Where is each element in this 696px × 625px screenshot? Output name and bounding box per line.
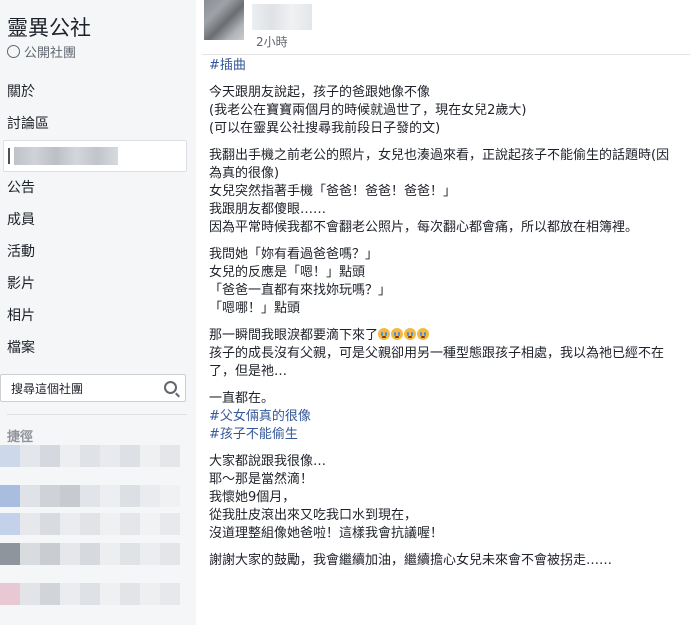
- crying-emoji: [378, 328, 430, 343]
- crying-face-icon: [404, 328, 417, 340]
- sidebar-divider: [7, 414, 187, 415]
- search-icon[interactable]: [164, 381, 177, 394]
- post-paragraph: 今天跟朋友說起，孩子的爸跟她像不像 (我老公在寶寶兩個月的時候就過世了，現在女兒…: [209, 85, 527, 136]
- sidebar-item-photos[interactable]: 相片: [7, 305, 35, 325]
- hashtag-link[interactable]: #插曲: [209, 58, 246, 73]
- crying-face-icon: [417, 328, 430, 340]
- post-body: #插曲 今天跟朋友說起，孩子的爸跟她像不像 (我老公在寶寶兩個月的時候就過世了，…: [209, 57, 679, 579]
- post-timestamp[interactable]: 2小時: [256, 33, 288, 50]
- post-paragraph: 謝謝大家的鼓勵，我會繼續加油，繼續擔心女兒未來會不會被拐走……: [209, 553, 613, 568]
- group-privacy-label: 公開社團: [24, 46, 77, 61]
- globe-icon: [7, 45, 20, 58]
- group-search-input[interactable]: [9, 379, 161, 399]
- post-text: 那一瞬間我眼淚都要滴下來了: [209, 328, 379, 343]
- crying-face-icon: [391, 328, 404, 340]
- shortcut-item[interactable]: [0, 513, 180, 535]
- sidebar-item-about[interactable]: 關於: [7, 81, 35, 101]
- sidebar-item-active[interactable]: [3, 140, 187, 172]
- group-search-box[interactable]: [0, 374, 186, 402]
- author-avatar[interactable]: [204, 0, 244, 40]
- sidebar-item-files[interactable]: 檔案: [7, 337, 35, 357]
- post-paragraph: 一直都在。: [209, 391, 275, 406]
- shortcuts-list-blurred: [0, 443, 196, 625]
- shortcut-item[interactable]: [0, 445, 180, 467]
- author-name-blurred[interactable]: [252, 4, 312, 30]
- group-privacy: 公開社團: [7, 42, 76, 61]
- sidebar-item-videos[interactable]: 影片: [7, 273, 35, 293]
- post-paragraph: 我問她「妳有看過爸爸嗎？」 女兒的反應是「嗯！」點頭 「爸爸一直都有來找妳玩嗎？…: [209, 247, 392, 316]
- shortcut-item[interactable]: [0, 485, 180, 507]
- post-paragraph: 大家都說跟我很像… 耶～那是當然滴！ 我懷她9個月， 從我肚皮滾出來又吃我口水到…: [209, 454, 444, 541]
- sidebar-item-discussion[interactable]: 討論區: [7, 113, 49, 133]
- sidebar-item-members[interactable]: 成員: [7, 209, 35, 229]
- post-text: 孩子的成長沒有父親，可是父親卻用另一種型態跟孩子相處，我以為祂已經不在了，但是祂…: [209, 346, 665, 379]
- sidebar-item-announcements[interactable]: 公告: [7, 177, 35, 197]
- active-indicator: [8, 148, 10, 164]
- shortcut-item[interactable]: [0, 583, 180, 605]
- shortcut-item[interactable]: [0, 543, 180, 565]
- sidebar-item-events[interactable]: 活動: [7, 241, 35, 261]
- post-card: 2小時 #插曲 今天跟朋友說起，孩子的爸跟她像不像 (我老公在寶寶兩個月的時候就…: [196, 0, 696, 625]
- post-header-divider: [202, 54, 690, 55]
- hashtag-link[interactable]: #父女倆真的很像: [209, 409, 311, 424]
- hashtag-link[interactable]: #孩子不能偷生: [209, 427, 298, 442]
- blurred-label: [14, 147, 118, 165]
- post-paragraph: 那一瞬間我眼淚都要滴下來了 孩子的成長沒有父親，可是父親卻用另一種型態跟孩子相處…: [209, 327, 679, 381]
- crying-face-icon: [378, 328, 391, 340]
- post-paragraph: 我翻出手機之前老公的照片，女兒也湊過來看，正說起孩子不能偷生的話題時(因為真的很…: [209, 148, 670, 235]
- group-sidebar: 靈異公社 公開社團 關於 討論區 公告 成員 活動 影片 相片 檔案 捷徑: [0, 0, 197, 625]
- group-name[interactable]: 靈異公社: [7, 12, 91, 42]
